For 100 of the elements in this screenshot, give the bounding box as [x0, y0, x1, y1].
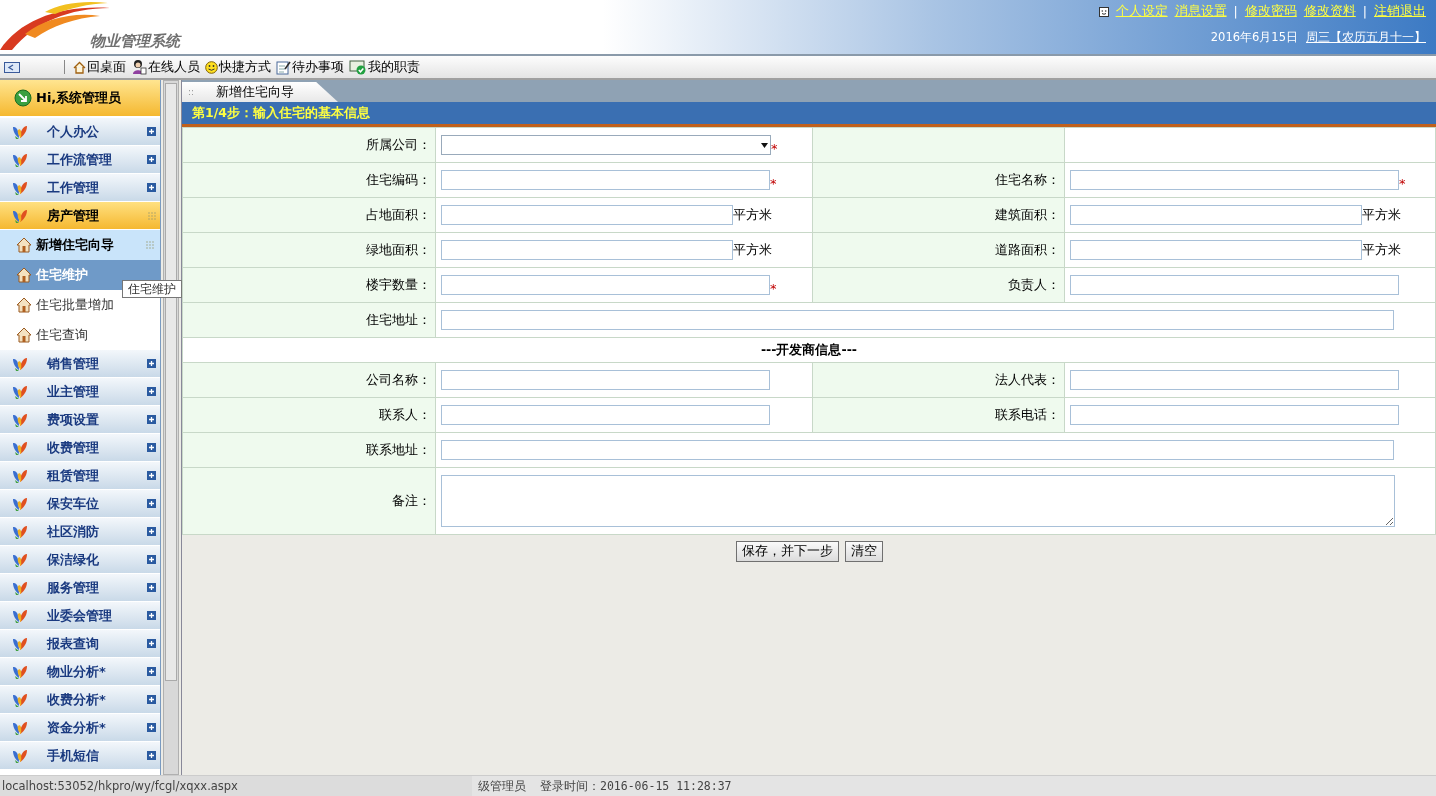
- expand-icon[interactable]: [147, 751, 156, 760]
- greeting-text: Hi,系统管理员: [36, 89, 122, 107]
- field-label: 联系电话：: [812, 397, 1065, 433]
- arrow-circle-icon: [14, 89, 32, 107]
- expand-icon[interactable]: [147, 359, 156, 368]
- input-field[interactable]: [1070, 275, 1399, 295]
- user-text: 级管理员: [478, 778, 526, 794]
- scrollbar[interactable]: [163, 80, 179, 775]
- form-button[interactable]: 保存，并下一步: [735, 541, 839, 562]
- input-field[interactable]: [1070, 205, 1362, 225]
- toolbar-link[interactable]: 待办事项: [276, 58, 344, 76]
- field-label: 楼宇数量：: [182, 267, 436, 303]
- field-label: 负责人：: [812, 267, 1065, 303]
- collapse-icon[interactable]: [4, 61, 20, 73]
- menu-group[interactable]: 业委会管理: [0, 602, 160, 630]
- expand-icon[interactable]: [147, 443, 156, 452]
- expand-icon[interactable]: [147, 611, 156, 620]
- section-heading: ---开发商信息---: [182, 337, 1436, 363]
- expand-icon[interactable]: [147, 667, 156, 676]
- menu-group[interactable]: 服务管理: [0, 574, 160, 602]
- input-field[interactable]: [441, 170, 770, 190]
- expand-icon[interactable]: [147, 639, 156, 648]
- house-icon: [16, 267, 32, 283]
- tooltip: 住宅维护: [122, 280, 182, 298]
- expand-icon[interactable]: [147, 415, 156, 424]
- menu-group[interactable]: 手机短信: [0, 742, 160, 770]
- petals-icon: [11, 635, 29, 652]
- input-field[interactable]: [441, 240, 733, 260]
- petals-icon: [11, 579, 29, 596]
- petals-icon: [11, 439, 29, 456]
- menu-group[interactable]: 销售管理: [0, 350, 160, 378]
- page-tab[interactable]: :: 新增住宅向导: [182, 82, 338, 102]
- menu-group[interactable]: 工作管理: [0, 174, 160, 202]
- expand-icon[interactable]: [147, 387, 156, 396]
- menu-group[interactable]: 保洁绿化: [0, 546, 160, 574]
- smiley-icon: [1098, 6, 1109, 17]
- menu-group[interactable]: 收费分析*: [0, 686, 160, 714]
- house-icon: [73, 60, 86, 74]
- petals-icon: [11, 467, 29, 484]
- petals-icon: [11, 607, 29, 624]
- person-icon: [131, 59, 147, 75]
- menu-group[interactable]: 个人办公: [0, 118, 160, 146]
- menu-group[interactable]: 房产管理: [0, 202, 160, 230]
- input-field[interactable]: [441, 275, 770, 295]
- menu-group[interactable]: 费项设置: [0, 406, 160, 434]
- caret-icon: [761, 142, 768, 148]
- link-separator: |: [1233, 4, 1238, 19]
- menu-item[interactable]: 新增住宅向导: [0, 230, 160, 260]
- input-field[interactable]: [1070, 405, 1399, 425]
- notepad-icon: [276, 59, 291, 75]
- input-field[interactable]: [1070, 170, 1399, 190]
- menu-group[interactable]: 资金分析*: [0, 714, 160, 742]
- login-time: 登录时间：2016-06-15 11:28:37: [540, 778, 732, 794]
- input-field[interactable]: [441, 440, 1394, 460]
- link-separator: |: [1362, 4, 1367, 19]
- weekday-link[interactable]: 周三【农历五月十一】: [1306, 30, 1426, 45]
- menu-group[interactable]: 报表查询: [0, 630, 160, 658]
- field-label: 住宅名称：: [812, 162, 1065, 198]
- toolbar-link[interactable]: 快捷方式: [205, 58, 271, 76]
- form-button[interactable]: 清空: [844, 541, 883, 562]
- remarks-field[interactable]: [441, 475, 1395, 527]
- toolbar-link[interactable]: 在线人员: [131, 58, 200, 76]
- header-link[interactable]: 注销退出: [1374, 3, 1426, 20]
- field-label: 公司名称：: [182, 362, 436, 398]
- field-label: 住宅编码：: [182, 162, 436, 198]
- toolbar-link[interactable]: 回桌面: [73, 58, 126, 76]
- petals-icon: [11, 495, 29, 512]
- field-label: 绿地面积：: [182, 232, 436, 268]
- petals-icon: [11, 151, 29, 168]
- input-field[interactable]: [441, 405, 770, 425]
- input-field[interactable]: [441, 205, 733, 225]
- petals-icon: [11, 355, 29, 372]
- expand-icon[interactable]: [147, 583, 156, 592]
- expand-icon[interactable]: [147, 555, 156, 564]
- menu-group[interactable]: 业主管理: [0, 378, 160, 406]
- field-label: 法人代表：: [812, 362, 1065, 398]
- menu-group[interactable]: 工作流管理: [0, 146, 160, 174]
- input-field[interactable]: [1070, 240, 1362, 260]
- required-mark: *: [770, 280, 777, 296]
- expand-icon[interactable]: [147, 155, 156, 164]
- expand-icon[interactable]: [147, 695, 156, 704]
- expand-icon[interactable]: [147, 527, 156, 536]
- input-field[interactable]: [441, 370, 770, 390]
- input-field[interactable]: [1070, 370, 1399, 390]
- unit-label: 平方米: [733, 206, 772, 224]
- expand-icon[interactable]: [147, 723, 156, 732]
- date-text: 2016年6月15日: [1210, 30, 1298, 45]
- expand-icon[interactable]: [147, 499, 156, 508]
- toolbar-link[interactable]: 我的职责: [349, 58, 420, 76]
- expand-icon[interactable]: [147, 183, 156, 192]
- expand-icon[interactable]: [147, 471, 156, 480]
- house-icon: [16, 297, 32, 313]
- menu-group[interactable]: 物业分析*: [0, 658, 160, 686]
- expand-icon[interactable]: [147, 127, 156, 136]
- input-field[interactable]: [441, 310, 1394, 330]
- menu-group[interactable]: 租赁管理: [0, 462, 160, 490]
- field-label: 住宅地址：: [182, 302, 436, 338]
- menu-group[interactable]: 收费管理: [0, 434, 160, 462]
- menu-group[interactable]: 社区消防: [0, 518, 160, 546]
- menu-group[interactable]: 保安车位: [0, 490, 160, 518]
